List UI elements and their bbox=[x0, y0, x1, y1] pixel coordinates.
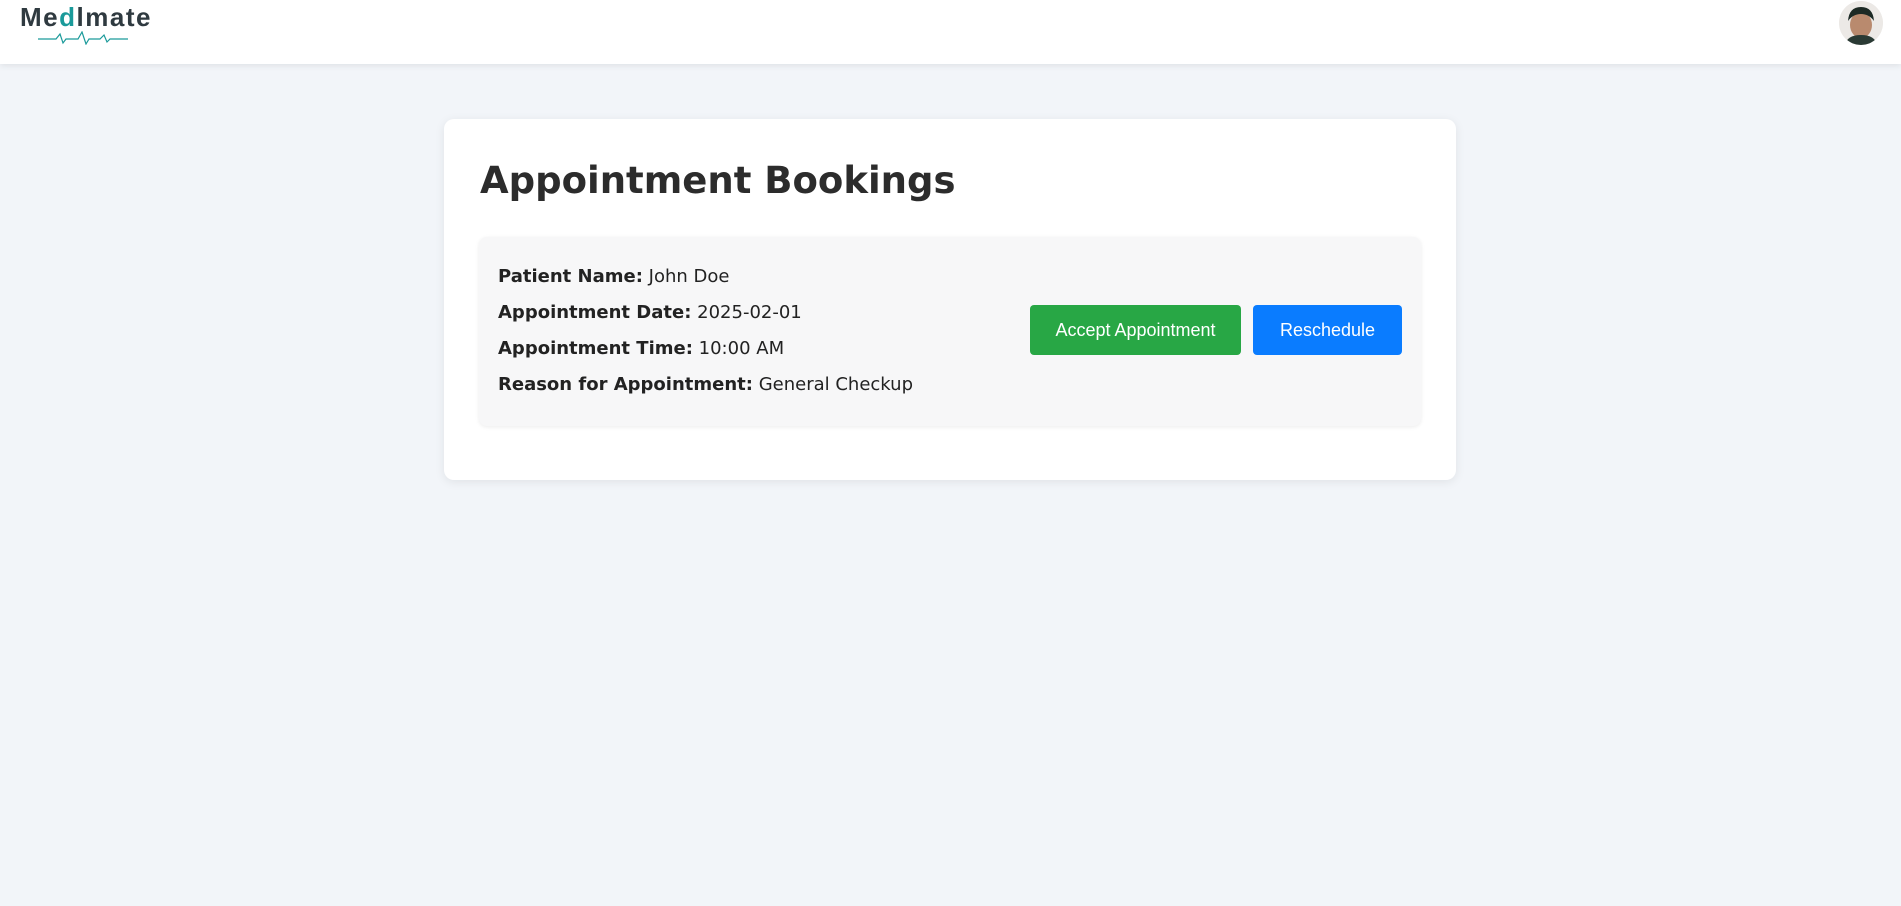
appointment-time-label: Appointment Time: bbox=[498, 338, 693, 359]
logo-wordmark: Medlmate bbox=[20, 2, 152, 33]
logo-text-prefix: Me bbox=[20, 2, 60, 32]
logo-text-accent: d bbox=[59, 2, 77, 32]
booking-item: Patient Name: John Doe Appointment Date:… bbox=[479, 237, 1421, 426]
appointment-time-row: Appointment Time: 10:00 AM bbox=[498, 338, 913, 374]
booking-actions: Accept Appointment Reschedule bbox=[1030, 305, 1402, 355]
appointment-bookings-card: Appointment Bookings Patient Name: John … bbox=[444, 119, 1456, 480]
medimate-logo[interactable]: Medlmate bbox=[20, 2, 150, 46]
patient-name-row: Patient Name: John Doe bbox=[498, 266, 913, 302]
appointment-date-label: Appointment Date: bbox=[498, 302, 692, 323]
patient-name-value: John Doe bbox=[648, 266, 730, 287]
accept-appointment-button[interactable]: Accept Appointment bbox=[1030, 305, 1241, 355]
patient-name-label: Patient Name: bbox=[498, 266, 643, 287]
appointment-date-row: Appointment Date: 2025-02-01 bbox=[498, 302, 913, 338]
logo-text-suffix: lmate bbox=[76, 2, 152, 32]
appointment-date-value: 2025-02-01 bbox=[697, 302, 802, 323]
reschedule-button[interactable]: Reschedule bbox=[1253, 305, 1402, 355]
user-avatar[interactable] bbox=[1839, 1, 1883, 45]
user-avatar-icon bbox=[1839, 1, 1883, 45]
page-title: Appointment Bookings bbox=[480, 159, 956, 202]
top-navbar: Medlmate bbox=[0, 0, 1901, 64]
booking-details: Patient Name: John Doe Appointment Date:… bbox=[498, 266, 913, 410]
appointment-time-value: 10:00 AM bbox=[698, 338, 785, 359]
appointment-reason-row: Reason for Appointment: General Checkup bbox=[498, 374, 913, 410]
heartbeat-pulse-icon bbox=[38, 31, 128, 45]
appointment-reason-value: General Checkup bbox=[758, 374, 913, 395]
appointment-reason-label: Reason for Appointment: bbox=[498, 374, 753, 395]
